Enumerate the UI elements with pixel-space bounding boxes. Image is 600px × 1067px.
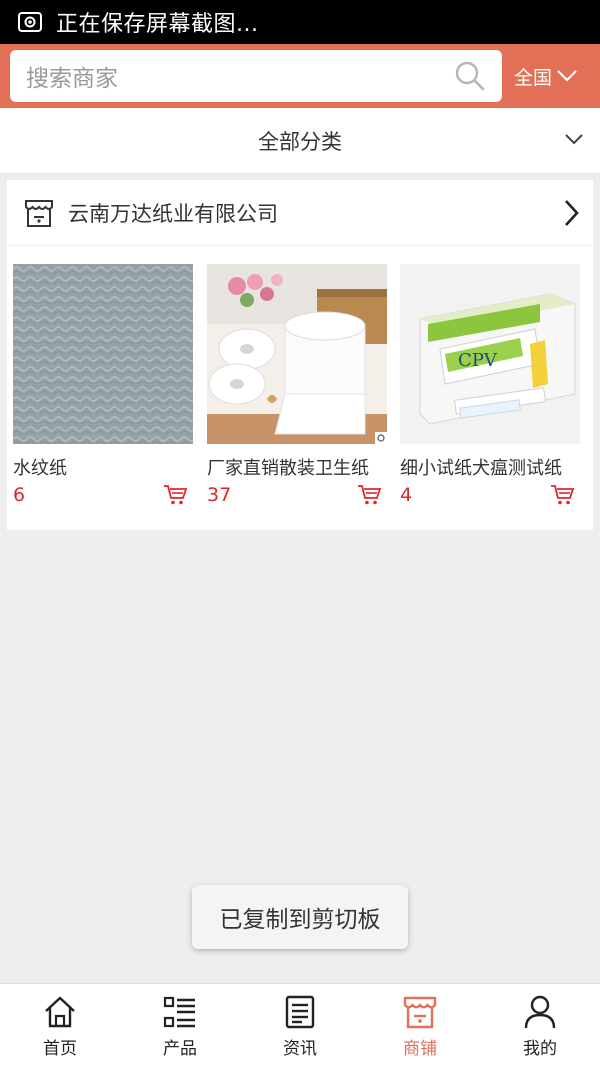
search-icon[interactable] xyxy=(454,60,486,92)
nav-item-products[interactable]: 产品 xyxy=(120,984,240,1067)
store-icon xyxy=(403,996,437,1029)
cart-icon[interactable] xyxy=(357,484,381,506)
nav-item-news[interactable]: 资讯 xyxy=(240,984,360,1067)
nav-item-me[interactable]: 我的 xyxy=(480,984,600,1067)
chevron-down-icon xyxy=(557,70,577,82)
list-icon xyxy=(163,996,195,1028)
product-image[interactable] xyxy=(13,264,193,444)
product-price: 4 xyxy=(400,484,413,506)
product-price: 37 xyxy=(207,484,232,506)
shop-name: 云南万达纸业有限公司 xyxy=(68,201,278,226)
header: 搜索商家 全国 xyxy=(0,44,600,108)
cart-icon[interactable] xyxy=(550,484,574,506)
status-bar: 正在保存屏幕截图... xyxy=(0,0,600,44)
category-selector[interactable]: 全部分类 xyxy=(0,108,600,174)
toast-message: 已复制到剪切板 xyxy=(192,885,408,949)
search-input[interactable]: 搜索商家 xyxy=(10,50,502,102)
nav-item-shop[interactable]: 商铺 xyxy=(360,984,480,1067)
region-label: 全国 xyxy=(513,66,552,89)
home-icon xyxy=(45,996,75,1028)
screenshot-icon xyxy=(18,12,42,32)
region-selector[interactable]: 全国 xyxy=(502,63,590,90)
chevron-down-icon xyxy=(565,134,583,145)
nav-label: 资讯 xyxy=(283,1039,317,1059)
bottom-nav: 首页 产品 资讯 商铺 我的 xyxy=(0,983,600,1067)
product-name: 水纹纸 xyxy=(13,458,67,479)
shop-header[interactable]: 云南万达纸业有限公司 xyxy=(7,180,593,246)
chevron-right-icon[interactable] xyxy=(563,199,579,227)
nav-item-home[interactable]: 首页 xyxy=(0,984,120,1067)
status-text: 正在保存屏幕截图... xyxy=(56,12,259,37)
category-label: 全部分类 xyxy=(258,129,342,154)
user-icon xyxy=(524,995,556,1029)
search-placeholder: 搜索商家 xyxy=(26,66,118,92)
product-item[interactable]: 厂家直销散装卫生纸 37 xyxy=(207,264,387,506)
product-item[interactable]: CPV 细小试纸犬瘟测试纸 4 xyxy=(400,264,580,506)
product-image[interactable] xyxy=(207,264,387,444)
nav-label: 我的 xyxy=(523,1039,557,1059)
product-image[interactable]: CPV xyxy=(400,264,580,444)
svg-text:CPV: CPV xyxy=(458,350,498,371)
nav-label: 商铺 xyxy=(403,1039,437,1059)
product-name: 厂家直销散装卫生纸 xyxy=(207,458,369,479)
product-item[interactable]: 水纹纸 6 xyxy=(13,264,193,506)
shop-card: 云南万达纸业有限公司 水纹纸 6 厂家直销散装卫生纸 37 CPV 细小试纸犬瘟… xyxy=(7,180,593,530)
product-price: 6 xyxy=(13,484,26,506)
nav-label: 首页 xyxy=(43,1039,77,1059)
news-icon xyxy=(285,995,315,1029)
toast-text: 已复制到剪切板 xyxy=(219,907,381,933)
product-list: 水纹纸 6 厂家直销散装卫生纸 37 CPV 细小试纸犬瘟测试纸 4 xyxy=(13,264,587,514)
store-icon xyxy=(25,199,53,227)
product-name: 细小试纸犬瘟测试纸 xyxy=(400,458,562,479)
nav-label: 产品 xyxy=(163,1039,197,1059)
cart-icon[interactable] xyxy=(163,484,187,506)
